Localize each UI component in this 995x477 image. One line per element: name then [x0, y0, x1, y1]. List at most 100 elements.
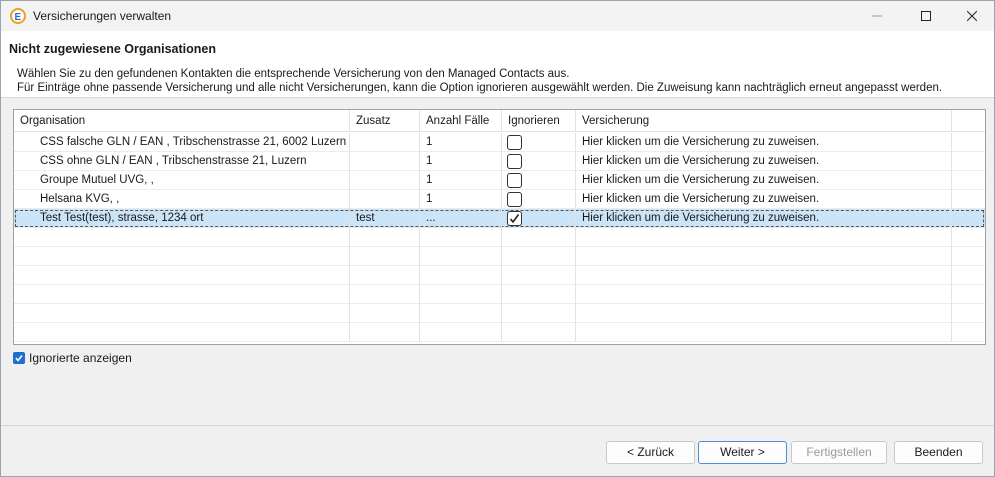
- cell-versicherung: [576, 247, 952, 266]
- ignore-checkbox-icon[interactable]: [507, 173, 522, 188]
- empty-table-row: [14, 266, 985, 285]
- cell-ignorieren[interactable]: [502, 133, 576, 152]
- cell-organisation: [14, 323, 350, 342]
- header-divider: [1, 97, 994, 98]
- show-ignored-checkbox[interactable]: Ignorierte anzeigen: [13, 350, 132, 366]
- cell-versicherung: [576, 228, 952, 247]
- cell-zusatz: [350, 266, 420, 285]
- cell-filler: [952, 228, 985, 247]
- cell-ignorieren: [502, 266, 576, 285]
- cell-anzahl: 1: [420, 171, 502, 190]
- cell-versicherung: [576, 323, 952, 342]
- cell-ignorieren: [502, 285, 576, 304]
- cell-filler: [952, 247, 985, 266]
- checkbox-checked-icon[interactable]: [13, 352, 25, 364]
- app-logo-icon: E: [10, 8, 26, 24]
- cell-organisation: CSS ohne GLN / EAN , Tribschenstrasse 21…: [14, 152, 350, 171]
- cell-ignorieren: [502, 304, 576, 323]
- cell-ignorieren[interactable]: [502, 152, 576, 171]
- cell-versicherung[interactable]: Hier klicken um die Versicherung zu zuwe…: [576, 190, 952, 209]
- organisations-table[interactable]: Organisation Zusatz Anzahl Fälle Ignorie…: [13, 109, 986, 345]
- maximize-button[interactable]: [903, 1, 949, 31]
- empty-table-row: [14, 323, 985, 342]
- dialog-window: E Versicherungen verwalten Nicht zugewie…: [0, 0, 995, 477]
- cell-zusatz: [350, 152, 420, 171]
- cell-organisation: Groupe Mutuel UVG, ,: [14, 171, 350, 190]
- page-title: Nicht zugewiesene Organisationen: [9, 42, 216, 56]
- close-icon: [967, 11, 977, 21]
- cell-versicherung: [576, 304, 952, 323]
- table-row[interactable]: Groupe Mutuel UVG, , 1 Hier klicken um die…: [14, 171, 985, 190]
- column-header-anzahl[interactable]: Anzahl Fälle: [420, 110, 502, 132]
- ignore-checkbox-icon[interactable]: [507, 154, 522, 169]
- cell-zusatz: [350, 228, 420, 247]
- cell-organisation: [14, 228, 350, 247]
- cell-filler: [952, 171, 985, 190]
- table-row[interactable]: Test Test(test), strasse, 1234 ort test..…: [14, 209, 985, 228]
- cell-versicherung: [576, 266, 952, 285]
- cell-versicherung[interactable]: Hier klicken um die Versicherung zu zuwe…: [576, 152, 952, 171]
- column-header-zusatz[interactable]: Zusatz: [350, 110, 420, 132]
- cell-zusatz: [350, 247, 420, 266]
- ignore-checkbox-checked-icon[interactable]: [507, 211, 522, 226]
- next-button[interactable]: Weiter >: [698, 441, 787, 464]
- cell-ignorieren: [502, 323, 576, 342]
- cell-ignorieren[interactable]: [502, 190, 576, 209]
- cell-anzahl: 1: [420, 152, 502, 171]
- cell-filler: [952, 304, 985, 323]
- column-header-organisation[interactable]: Organisation: [14, 110, 350, 132]
- cell-zusatz: [350, 171, 420, 190]
- window-title: Versicherungen verwalten: [33, 9, 172, 23]
- table-row[interactable]: Helsana KVG, , 1 Hier klicken um die Versi…: [14, 190, 985, 209]
- ignore-checkbox-icon[interactable]: [507, 192, 522, 207]
- cell-versicherung: [576, 285, 952, 304]
- footer-divider: [1, 425, 994, 426]
- cell-organisation: CSS falsche GLN / EAN , Tribschenstrasse…: [14, 133, 350, 152]
- minimize-button[interactable]: [854, 1, 900, 31]
- close-button[interactable]: [949, 1, 995, 31]
- empty-table-row: [14, 285, 985, 304]
- back-button[interactable]: < Zurück: [606, 441, 695, 464]
- cell-organisation: Helsana KVG, ,: [14, 190, 350, 209]
- cell-anzahl: 1: [420, 133, 502, 152]
- cell-filler: [952, 133, 985, 152]
- cell-versicherung[interactable]: Hier klicken um die Versicherung zu zuwe…: [576, 209, 952, 228]
- description-line-1: Wählen Sie zu den gefundenen Kontakten d…: [17, 68, 570, 80]
- cell-zusatz: [350, 323, 420, 342]
- cell-filler: [952, 266, 985, 285]
- cell-organisation: [14, 285, 350, 304]
- description-line-2: Für Einträge ohne passende Versicherung …: [17, 82, 943, 94]
- ignore-checkbox-icon[interactable]: [507, 135, 522, 150]
- minimize-icon: [872, 15, 882, 17]
- cell-anzahl: [420, 323, 502, 342]
- cell-filler: [952, 209, 985, 228]
- wizard-header: Nicht zugewiesene Organisationen Wählen …: [1, 31, 994, 98]
- cancel-button[interactable]: Beenden: [894, 441, 983, 464]
- svg-text:E: E: [15, 12, 22, 21]
- page-description: Wählen Sie zu den gefundenen Kontakten d…: [17, 67, 942, 95]
- cell-ignorieren[interactable]: [502, 209, 576, 228]
- cell-zusatz: [350, 190, 420, 209]
- cell-anzahl: [420, 228, 502, 247]
- cell-zusatz: [350, 133, 420, 152]
- cell-filler: [952, 190, 985, 209]
- column-header-filler: [952, 110, 985, 132]
- cell-anzahl: [420, 285, 502, 304]
- finish-button[interactable]: Fertigstellen: [791, 441, 887, 464]
- table-row[interactable]: CSS falsche GLN / EAN , Tribschenstrasse…: [14, 133, 985, 152]
- empty-table-row: [14, 304, 985, 323]
- cell-zusatz: [350, 285, 420, 304]
- show-ignored-label: Ignorierte anzeigen: [29, 351, 132, 365]
- cell-versicherung[interactable]: Hier klicken um die Versicherung zu zuwe…: [576, 133, 952, 152]
- table-row[interactable]: CSS ohne GLN / EAN , Tribschenstrasse 21…: [14, 152, 985, 171]
- cell-ignorieren[interactable]: [502, 171, 576, 190]
- cell-organisation: [14, 266, 350, 285]
- cell-versicherung[interactable]: Hier klicken um die Versicherung zu zuwe…: [576, 171, 952, 190]
- cell-ignorieren: [502, 247, 576, 266]
- column-header-versicherung[interactable]: Versicherung: [576, 110, 952, 132]
- maximize-icon: [921, 11, 931, 21]
- cell-zusatz: [350, 304, 420, 323]
- column-header-ignorieren[interactable]: Ignorieren: [502, 110, 576, 132]
- cell-filler: [952, 323, 985, 342]
- cell-anzahl: 1: [420, 190, 502, 209]
